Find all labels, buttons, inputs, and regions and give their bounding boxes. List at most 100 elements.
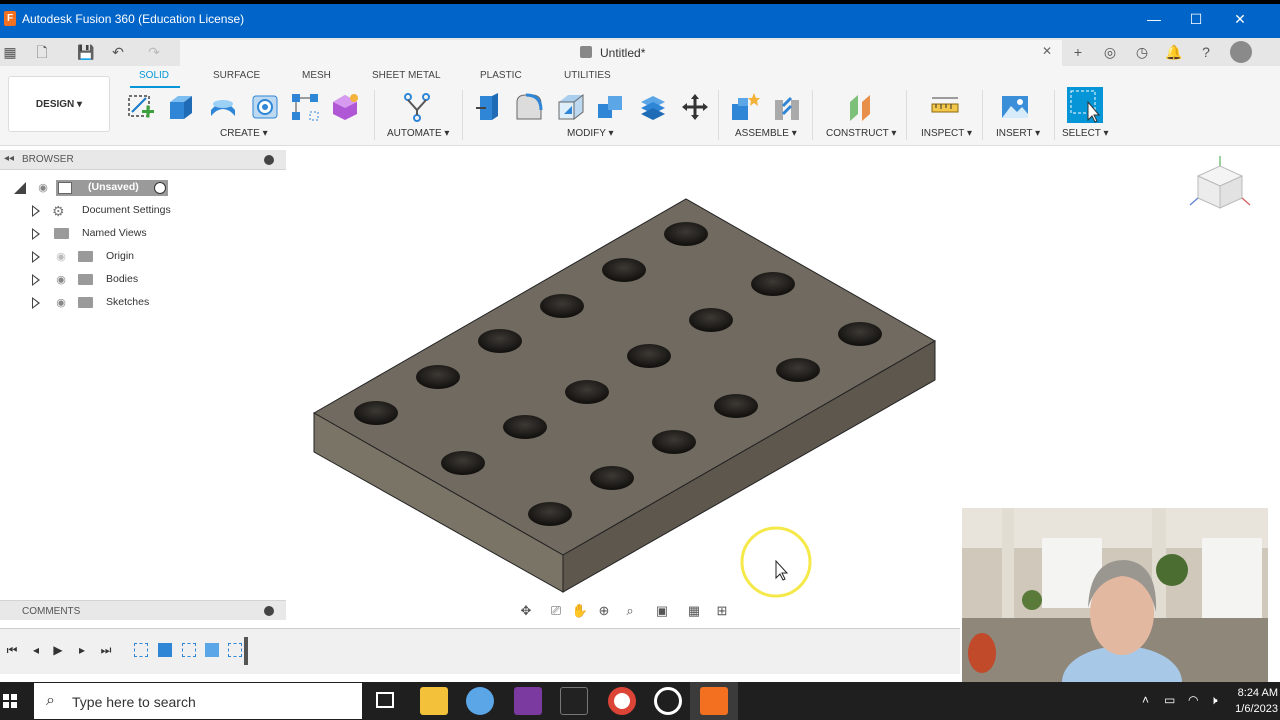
create-group-label[interactable]: CREATE ▾: [220, 128, 268, 139]
select-group-label[interactable]: SELECT ▾: [1062, 128, 1109, 139]
timeline-marker[interactable]: [244, 637, 248, 665]
timeline-sketch-feature-icon[interactable]: [134, 643, 148, 657]
play-icon[interactable]: ▶: [50, 642, 66, 658]
create-sketch-icon[interactable]: [126, 92, 156, 122]
comments-panel-header[interactable]: COMMENTS: [0, 600, 286, 620]
battery-icon[interactable]: ▭: [1164, 693, 1175, 707]
maximize-button[interactable]: ☐: [1186, 9, 1206, 29]
grid-snaps-icon[interactable]: ▦: [684, 602, 704, 620]
tab-utilities[interactable]: UTILITIES: [564, 70, 611, 81]
insert-group-label[interactable]: INSERT ▾: [996, 128, 1040, 139]
tab-mesh[interactable]: MESH: [302, 70, 331, 81]
viewports-icon[interactable]: ⊞: [712, 602, 732, 620]
select-icon[interactable]: [1066, 86, 1104, 124]
extensions-icon[interactable]: ◎: [1100, 42, 1120, 62]
offset-plane-icon[interactable]: [846, 92, 876, 122]
tab-sheet-metal[interactable]: SHEET METAL: [372, 70, 441, 81]
file-explorer-icon[interactable]: [420, 687, 448, 715]
timeline-hole-feature-icon[interactable]: [205, 643, 219, 657]
extrude-icon[interactable]: [166, 92, 196, 122]
rectangular-pattern-icon[interactable]: [290, 92, 320, 122]
timeline-extrude-feature-icon[interactable]: [158, 643, 172, 657]
step-forward-icon[interactable]: ▸: [74, 642, 90, 658]
create-form-icon[interactable]: [330, 92, 360, 122]
task-view-icon[interactable]: [376, 692, 394, 708]
step-back-icon[interactable]: ◂: [28, 642, 44, 658]
app-icon[interactable]: [654, 687, 682, 715]
measure-icon[interactable]: [930, 92, 960, 122]
hole-icon[interactable]: [250, 92, 280, 122]
new-tab-icon[interactable]: +: [1068, 42, 1088, 62]
volume-icon[interactable]: 🕨: [1210, 693, 1218, 708]
browser-item-document-settings[interactable]: ⚙ Document Settings: [32, 202, 232, 220]
browser-panel-header[interactable]: ◂◂ BROWSER: [0, 150, 286, 170]
expand-arrow-icon[interactable]: [32, 205, 40, 217]
assemble-group-label[interactable]: ASSEMBLE ▾: [735, 128, 797, 139]
browser-item-named-views[interactable]: Named Views: [32, 225, 232, 243]
look-at-icon[interactable]: ⎚: [546, 602, 566, 620]
minimize-button[interactable]: —: [1144, 9, 1164, 29]
document-tab[interactable]: Untitled* ✕: [180, 40, 1062, 66]
activate-radio-icon[interactable]: [154, 182, 166, 194]
joint-icon[interactable]: [772, 92, 802, 122]
visibility-eye-icon[interactable]: ◉: [54, 250, 68, 264]
expand-arrow-icon[interactable]: [32, 251, 40, 263]
move-copy-icon[interactable]: [680, 92, 710, 122]
browser-item-origin[interactable]: ◉ Origin: [32, 248, 232, 266]
construct-group-label[interactable]: CONSTRUCT ▾: [826, 128, 896, 139]
taskbar-search-box[interactable]: ⌕ Type here to search: [34, 683, 362, 719]
automate-icon[interactable]: [402, 92, 432, 122]
expand-arrow-icon[interactable]: [32, 228, 40, 240]
undo-icon[interactable]: ↶: [108, 42, 128, 62]
visibility-eye-icon[interactable]: ◉: [36, 181, 50, 195]
collapse-triangle-icon[interactable]: [14, 182, 26, 194]
expand-arrow-icon[interactable]: [32, 297, 40, 309]
fusion-taskbar-icon[interactable]: [700, 687, 728, 715]
windows-start-icon[interactable]: [3, 694, 17, 708]
visibility-eye-icon[interactable]: ◉: [54, 273, 68, 287]
new-component-icon[interactable]: [730, 92, 760, 122]
visibility-eye-icon[interactable]: ◉: [54, 296, 68, 310]
modify-group-label[interactable]: MODIFY ▾: [567, 128, 614, 139]
insert-canvas-icon[interactable]: [1000, 92, 1030, 122]
wifi-icon[interactable]: ◠: [1188, 693, 1198, 707]
pan-hand-icon[interactable]: ✋: [570, 602, 590, 620]
collapse-panel-icon[interactable]: ◂◂: [4, 153, 14, 164]
system-clock[interactable]: 8:24 AM 1/6/2023: [1235, 685, 1278, 717]
press-pull-icon[interactable]: [474, 92, 504, 122]
inspect-group-label[interactable]: INSPECT ▾: [921, 128, 972, 139]
job-status-icon[interactable]: ◷: [1132, 42, 1152, 62]
offset-face-icon[interactable]: [638, 92, 668, 122]
shell-icon[interactable]: [556, 92, 586, 122]
revolve-icon[interactable]: [208, 92, 238, 122]
tab-solid[interactable]: SOLID: [139, 70, 169, 81]
onenote-icon[interactable]: [514, 687, 542, 715]
app-icon[interactable]: [466, 687, 494, 715]
tab-plastic[interactable]: PLASTIC: [480, 70, 522, 81]
tab-surface[interactable]: SURFACE: [213, 70, 260, 81]
user-avatar[interactable]: [1230, 41, 1252, 63]
workspace-switcher-button[interactable]: DESIGN ▾: [8, 76, 110, 132]
redo-icon[interactable]: ↷: [144, 42, 164, 62]
timeline-pattern-feature-icon[interactable]: [228, 643, 242, 657]
help-icon[interactable]: ?: [1196, 42, 1216, 62]
orbit-icon[interactable]: ✥: [516, 602, 536, 620]
go-to-end-icon[interactable]: ⏭: [98, 642, 114, 658]
display-settings-icon[interactable]: ▣: [652, 602, 672, 620]
data-panel-grid-icon[interactable]: ▦: [0, 42, 20, 62]
zoom-window-icon[interactable]: ⌕: [620, 602, 640, 620]
close-tab-icon[interactable]: ✕: [1042, 44, 1052, 58]
browser-options-icon[interactable]: [264, 155, 274, 165]
browser-item-sketches[interactable]: ◉ Sketches: [32, 294, 232, 312]
comments-add-icon[interactable]: [264, 606, 274, 616]
fillet-icon[interactable]: [514, 92, 544, 122]
chrome-icon[interactable]: [608, 687, 636, 715]
app-icon[interactable]: [560, 687, 588, 715]
close-window-button[interactable]: ✕: [1230, 9, 1250, 29]
notifications-icon[interactable]: 🔔: [1164, 42, 1184, 62]
tray-overflow-icon[interactable]: ˄: [1142, 693, 1149, 707]
browser-item-bodies[interactable]: ◉ Bodies: [32, 271, 232, 289]
go-to-start-icon[interactable]: ⏮: [4, 642, 20, 658]
timeline-sketch-feature-icon[interactable]: [182, 643, 196, 657]
combine-icon[interactable]: [596, 92, 626, 122]
